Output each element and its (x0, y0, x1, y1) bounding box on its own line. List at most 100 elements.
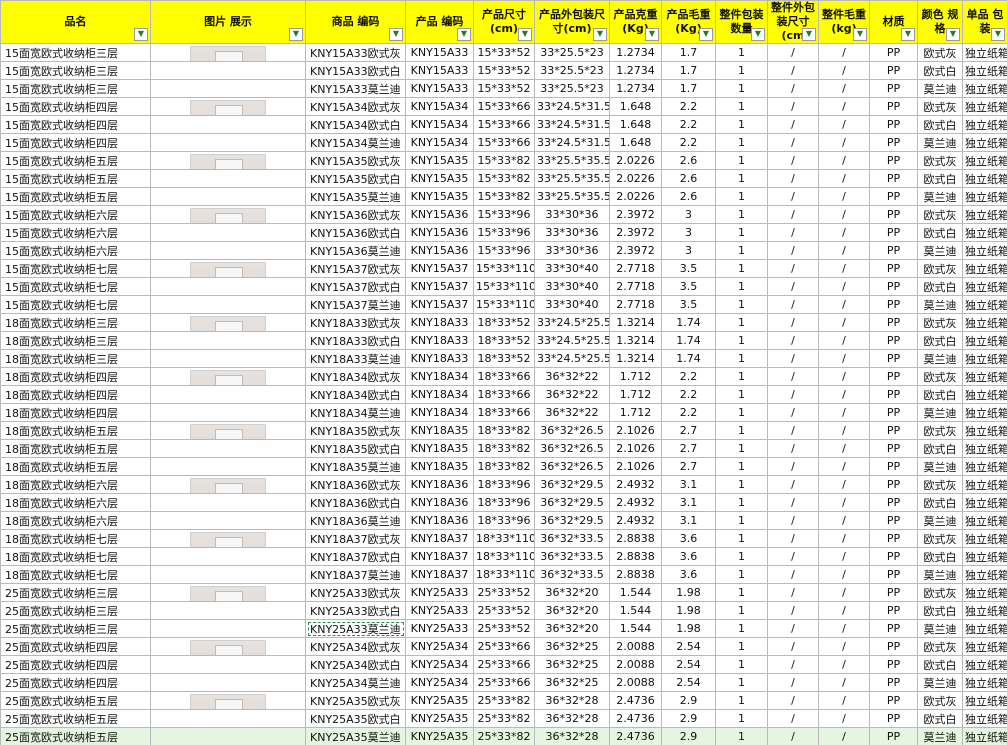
table-cell[interactable]: 独立纸箱 (962, 259, 1007, 278)
table-cell[interactable]: 独立纸箱 (962, 313, 1007, 332)
table-cell[interactable]: / (818, 133, 870, 152)
table-cell[interactable] (150, 547, 306, 566)
table-cell[interactable]: / (767, 241, 819, 260)
table-cell[interactable]: 欧式灰 (917, 583, 963, 602)
table-row[interactable]: 18面宽欧式收纳柜三层 KNY18A33欧式灰 KNY18A33 18*33*52 33… (0, 313, 1007, 332)
column-header[interactable]: 整件包装数量 ▼ (715, 0, 768, 44)
table-cell[interactable]: 15面宽欧式收纳柜五层 (0, 151, 151, 170)
table-cell[interactable]: / (818, 727, 870, 745)
table-cell[interactable]: 2.0088 (609, 673, 662, 692)
table-cell[interactable]: 18*33*110 (473, 565, 535, 584)
table-cell[interactable]: / (818, 601, 870, 620)
table-cell[interactable]: 2.8838 (609, 529, 662, 548)
table-row[interactable]: 18面宽欧式收纳柜四层 KNY18A34莫兰迪 KNY18A34 18*33*66 36… (0, 403, 1007, 422)
table-cell[interactable]: 15面宽欧式收纳柜四层 (0, 133, 151, 152)
table-cell[interactable]: 1 (715, 619, 768, 638)
table-cell[interactable]: / (767, 601, 819, 620)
table-cell[interactable]: PP (869, 547, 918, 566)
table-cell[interactable]: 1.2734 (609, 79, 662, 98)
table-cell[interactable]: 3.1 (661, 493, 716, 512)
table-cell[interactable]: 独立纸箱 (962, 493, 1007, 512)
table-cell[interactable]: 2.9 (661, 727, 716, 745)
table-cell[interactable]: 33*25.5*35.5 (534, 151, 610, 170)
table-cell[interactable]: 1 (715, 61, 768, 80)
table-cell[interactable]: 1.98 (661, 619, 716, 638)
table-cell[interactable]: 25面宽欧式收纳柜五层 (0, 691, 151, 710)
table-cell[interactable]: 36*32*33.5 (534, 565, 610, 584)
table-cell[interactable]: 独立纸箱 (962, 673, 1007, 692)
table-cell[interactable]: / (767, 439, 819, 458)
table-cell[interactable] (150, 511, 306, 530)
table-cell[interactable]: 莫兰迪 (917, 727, 963, 745)
table-cell[interactable]: PP (869, 313, 918, 332)
table-cell[interactable]: 1 (715, 565, 768, 584)
table-cell[interactable]: 18面宽欧式收纳柜五层 (0, 439, 151, 458)
table-row[interactable]: 25面宽欧式收纳柜五层 KNY25A35欧式白 KNY25A35 25*33*82 36… (0, 709, 1007, 728)
table-cell[interactable]: PP (869, 205, 918, 224)
table-cell[interactable]: / (767, 403, 819, 422)
table-cell[interactable]: 3.6 (661, 565, 716, 584)
table-cell[interactable]: / (767, 295, 819, 314)
table-row[interactable]: 25面宽欧式收纳柜五层 KNY25A35欧式灰 KNY25A35 25*33*82 36… (0, 691, 1007, 710)
table-cell[interactable]: 独立纸箱 (962, 403, 1007, 422)
table-cell[interactable]: / (818, 349, 870, 368)
column-header[interactable]: 颜色 规格 ▼ (917, 0, 963, 44)
table-cell[interactable]: 1 (715, 601, 768, 620)
table-cell[interactable]: PP (869, 277, 918, 296)
table-cell[interactable]: 18*33*96 (473, 475, 535, 494)
table-cell[interactable]: 2.0226 (609, 151, 662, 170)
table-row[interactable]: 25面宽欧式收纳柜三层 KNY25A33欧式白 KNY25A33 25*33*52 36… (0, 601, 1007, 620)
table-cell[interactable]: 1 (715, 187, 768, 206)
table-cell[interactable] (150, 367, 306, 386)
table-cell[interactable]: 36*32*25 (534, 637, 610, 656)
table-cell[interactable]: / (818, 457, 870, 476)
table-cell[interactable]: 25面宽欧式收纳柜四层 (0, 673, 151, 692)
table-cell[interactable]: 15*33*66 (473, 97, 535, 116)
table-cell[interactable] (150, 655, 306, 674)
table-cell[interactable]: 36*32*29.5 (534, 493, 610, 512)
table-cell[interactable]: 2.2 (661, 97, 716, 116)
table-cell[interactable]: / (818, 277, 870, 296)
table-cell[interactable]: 18*33*110 (473, 529, 535, 548)
table-cell[interactable]: PP (869, 241, 918, 260)
table-cell[interactable]: KNY15A34欧式灰 (305, 97, 406, 116)
table-cell[interactable] (150, 475, 306, 494)
filter-dropdown-icon[interactable]: ▼ (901, 28, 915, 41)
filter-dropdown-icon[interactable]: ▼ (457, 28, 471, 41)
table-cell[interactable] (150, 133, 306, 152)
table-cell[interactable]: 莫兰迪 (917, 673, 963, 692)
table-cell[interactable]: 1.712 (609, 385, 662, 404)
table-cell[interactable]: 独立纸箱 (962, 169, 1007, 188)
table-cell[interactable]: 36*32*28 (534, 691, 610, 710)
table-cell[interactable]: 15*33*110 (473, 259, 535, 278)
table-cell[interactable]: PP (869, 601, 918, 620)
table-cell[interactable]: 18*33*82 (473, 439, 535, 458)
table-cell[interactable]: / (767, 583, 819, 602)
table-cell[interactable]: 独立纸箱 (962, 727, 1007, 745)
table-cell[interactable] (150, 493, 306, 512)
table-cell[interactable]: 2.3972 (609, 241, 662, 260)
table-cell[interactable]: 18面宽欧式收纳柜三层 (0, 313, 151, 332)
table-cell[interactable]: PP (869, 421, 918, 440)
table-cell[interactable]: 2.2 (661, 115, 716, 134)
table-cell[interactable]: KNY15A34 (405, 133, 474, 152)
table-cell[interactable]: 欧式白 (917, 601, 963, 620)
table-cell[interactable]: KNY15A36莫兰迪 (305, 241, 406, 260)
table-cell[interactable]: / (767, 151, 819, 170)
table-cell[interactable] (150, 439, 306, 458)
table-cell[interactable] (150, 43, 306, 62)
table-cell[interactable]: 欧式灰 (917, 637, 963, 656)
table-cell[interactable]: KNY25A34欧式灰 (305, 637, 406, 656)
table-row[interactable]: 25面宽欧式收纳柜五层 KNY25A35莫兰迪 KNY25A35 25*33*82 36… (0, 727, 1007, 745)
table-cell[interactable]: 1 (715, 295, 768, 314)
table-cell[interactable]: 33*30*36 (534, 241, 610, 260)
table-cell[interactable]: 欧式灰 (917, 475, 963, 494)
table-cell[interactable]: 1 (715, 727, 768, 745)
table-cell[interactable]: 2.8838 (609, 547, 662, 566)
table-cell[interactable]: 独立纸箱 (962, 367, 1007, 386)
table-cell[interactable]: KNY18A33欧式灰 (305, 313, 406, 332)
table-cell[interactable]: 25面宽欧式收纳柜五层 (0, 709, 151, 728)
table-cell[interactable]: 独立纸箱 (962, 385, 1007, 404)
table-cell[interactable]: 33*24.5*25.5 (534, 331, 610, 350)
table-cell[interactable]: PP (869, 169, 918, 188)
